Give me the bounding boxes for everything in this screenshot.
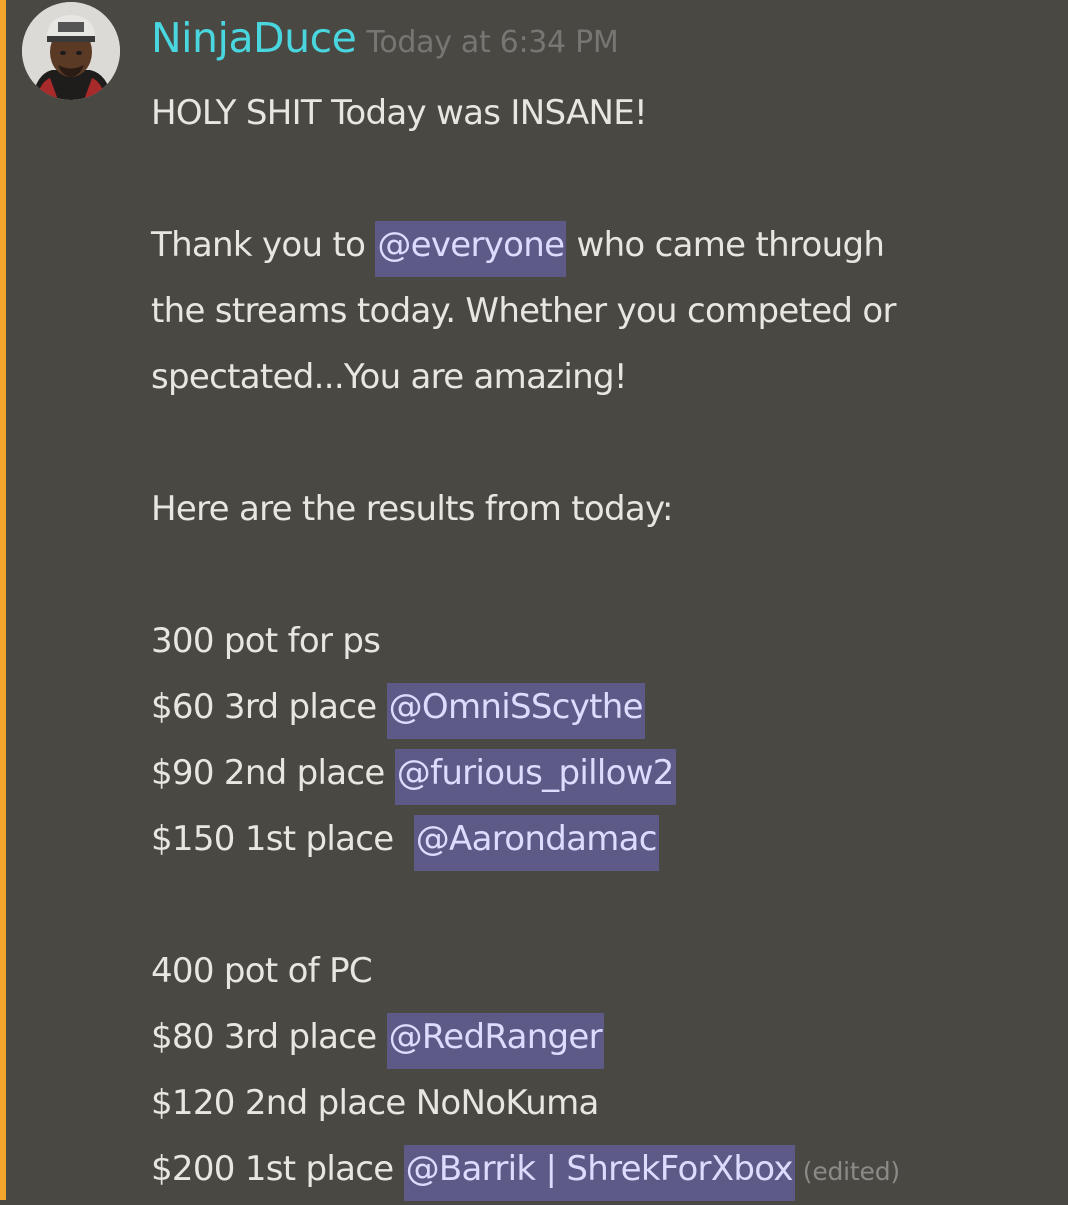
ps-second-place: $90 2nd place @furious_pillow2 [151,740,1056,806]
mention-user[interactable]: @Aarondamac [413,815,659,871]
mention-user[interactable]: @RedRanger [386,1013,604,1069]
message-content: HOLY SHIT Today was INSANE! Thank you to… [151,80,1056,1202]
ps-first-place: $150 1st place @Aarondamac [151,806,1056,872]
message-text: $200 1st place [151,1149,404,1189]
pc-pot-header: 400 pot of PC [151,938,1056,1004]
message-line: the streams today. Whether you competed … [151,278,1056,344]
message-timestamp: Today at 6:34 PM [366,25,619,60]
message-text: spectated...You are amazing! [151,357,627,397]
message-text: $60 3rd place [151,687,387,727]
message-text: 300 pot for ps [151,621,381,661]
message-text: who came through [566,225,885,265]
chat-message: NinjaDuce Today at 6:34 PM HOLY SHIT Toda… [0,0,1068,1202]
message-text: the streams today. Whether you competed … [151,291,897,331]
message-line: Here are the results from today: [151,476,1056,542]
pc-first-place: $200 1st place @Barrik | ShrekForXbox (ed… [151,1136,1056,1202]
message-line: spectated...You are amazing! [151,344,1056,410]
mention-user[interactable]: @furious_pillow2 [394,749,676,805]
username[interactable]: NinjaDuce [151,14,357,62]
ps-pot-header: 300 pot for ps [151,608,1056,674]
message-text: $150 1st place [151,819,414,859]
message-text: $80 3rd place [151,1017,387,1057]
message-text: $120 2nd place NoNoKuma [151,1083,599,1123]
edited-label: (edited) [802,1157,900,1186]
message-line: Thank you to @everyone who came through [151,212,1056,278]
mention-user[interactable]: @Barrik | ShrekForXbox [403,1145,795,1201]
message-text: 400 pot of PC [151,951,373,991]
mention-user[interactable]: @OmniSScythe [386,683,645,739]
message-text: Here are the results from today: [151,489,673,529]
avatar-image [22,2,120,100]
message-line: HOLY SHIT Today was INSANE! [151,80,1056,146]
mention-everyone[interactable]: @everyone [375,221,567,277]
message-text: Thank you to [151,225,376,265]
message-text: $90 2nd place [151,753,395,793]
message-text: HOLY SHIT Today was INSANE! [151,93,648,133]
ps-third-place: $60 3rd place @OmniSScythe [151,674,1056,740]
pc-third-place: $80 3rd place @RedRanger [151,1004,1056,1070]
pc-second-place: $120 2nd place NoNoKuma [151,1070,1056,1136]
user-avatar-icon[interactable] [22,2,120,100]
message-header: NinjaDuce Today at 6:34 PM [151,14,619,76]
